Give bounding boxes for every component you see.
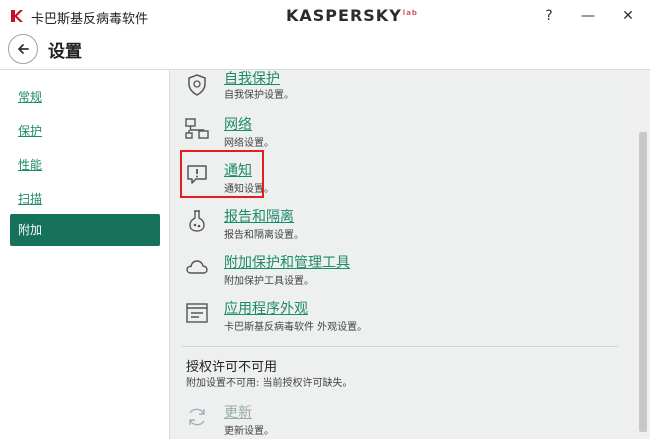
app-title: 卡巴斯基反病毒软件	[31, 12, 149, 27]
update-link[interactable]: 更新	[224, 402, 252, 422]
sidebar-item-performance[interactable]: 性能	[18, 156, 42, 173]
help-button[interactable]: ?	[529, 3, 569, 29]
section-divider	[182, 346, 618, 347]
cloud-icon	[186, 260, 208, 274]
list-item-tools: 附加保护和管理工具 附加保护工具设置。	[170, 254, 636, 298]
list-item-self-defense: 自我保护 自我保护设置。	[170, 70, 636, 114]
close-button[interactable]: ✕	[608, 3, 648, 29]
network-icon	[185, 118, 209, 139]
network-desc: 网络设置。	[224, 138, 274, 149]
tools-desc: 附加保护工具设置。	[224, 276, 314, 287]
reports-desc: 报告和隔离设置。	[224, 230, 304, 241]
minimize-button[interactable]: —	[568, 3, 608, 29]
sidebar-item-additional[interactable]: 附加	[10, 214, 160, 246]
sidebar-item-protection[interactable]: 保护	[18, 122, 42, 139]
highlight-box	[180, 150, 264, 198]
shield-icon	[188, 74, 206, 96]
flask-icon	[189, 210, 205, 232]
settings-content: 自我保护 自我保护设置。 网络 网络设置。 通知 通知设置。 报告和隔离 报告和…	[170, 70, 636, 439]
list-item-appearance: 应用程序外观 卡巴斯基反病毒软件 外观设置。	[170, 300, 636, 344]
appearance-icon	[186, 303, 208, 323]
license-section-desc: 附加设置不可用: 当前授权许可缺失。	[186, 378, 353, 389]
appearance-link[interactable]: 应用程序外观	[224, 298, 308, 318]
network-link[interactable]: 网络	[224, 114, 252, 134]
back-button[interactable]	[8, 34, 38, 64]
self-defense-desc: 自我保护设置。	[224, 90, 294, 101]
list-item-reports: 报告和隔离 报告和隔离设置。	[170, 208, 636, 252]
kaspersky-logo-icon	[11, 10, 23, 22]
license-section-title: 授权许可不可用	[186, 360, 278, 375]
appearance-desc: 卡巴斯基反病毒软件 外观设置。	[224, 322, 368, 333]
title-bar: 卡巴斯基反病毒软件 KASPERSKYlab ? — ✕	[0, 0, 650, 31]
page-header: 设置	[0, 31, 650, 70]
scroll-thumb[interactable]	[639, 132, 647, 432]
scrollbar[interactable]	[636, 70, 650, 439]
sidebar-item-scan[interactable]: 扫描	[18, 190, 42, 207]
tools-link[interactable]: 附加保护和管理工具	[224, 252, 350, 272]
sidebar: 常规 保护 性能 扫描 附加	[0, 70, 170, 439]
brand-logo: KASPERSKYlab	[286, 6, 418, 25]
arrow-left-icon	[18, 44, 29, 54]
sidebar-item-general[interactable]: 常规	[18, 88, 42, 105]
page-title: 设置	[48, 42, 82, 62]
update-desc: 更新设置。	[224, 426, 274, 437]
refresh-icon	[189, 408, 205, 426]
reports-link[interactable]: 报告和隔离	[224, 206, 294, 226]
list-item-update: 更新 更新设置。	[170, 404, 636, 439]
